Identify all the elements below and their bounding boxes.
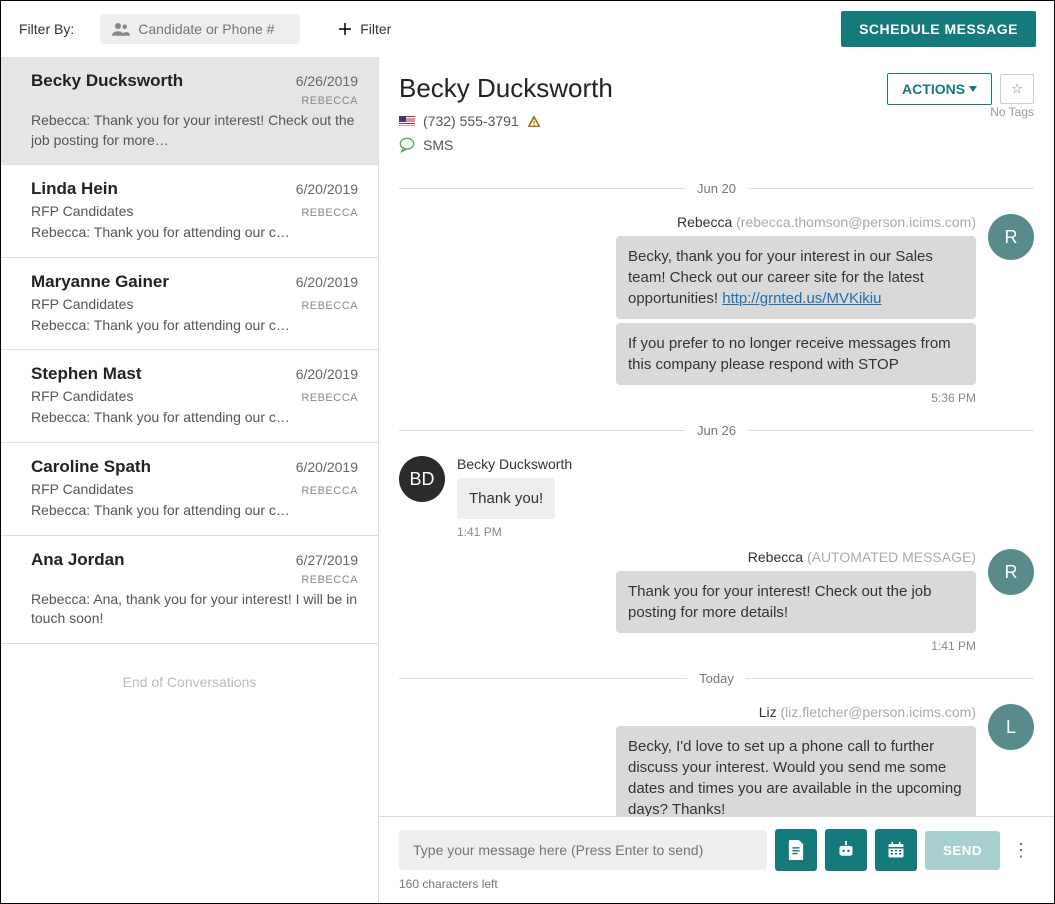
message-sender: Rebecca (rebecca.thomson@person.icims.co… [677, 214, 976, 230]
avatar: R [988, 214, 1034, 260]
message-sender: Becky Ducksworth [457, 456, 572, 472]
conversation-header: Becky Ducksworth ACTIONS ☆ [379, 57, 1054, 163]
message-timestamp: 1:41 PM [457, 525, 572, 539]
message-link[interactable]: http://grnted.us/MVKikiu [722, 290, 881, 307]
conv-preview: Rebecca: Thank you for your interest! Ch… [31, 111, 358, 150]
conv-owner: REBECCA [301, 207, 358, 219]
conversation-item[interactable]: Ana Jordan 6/27/2019 REBECCA Rebecca: Ana, … [1, 536, 378, 644]
avatar: R [988, 549, 1034, 595]
message-group: Rebecca (AUTOMATED MESSAGE) Thank you fo… [399, 549, 1034, 653]
sms-icon [399, 137, 415, 153]
search-box[interactable] [100, 14, 300, 44]
date-separator: Today [399, 671, 1034, 686]
conv-date: 6/26/2019 [296, 73, 358, 89]
conv-tag: RFP Candidates [31, 388, 133, 404]
date-separator: Jun 20 [399, 181, 1034, 196]
conv-tag: RFP Candidates [31, 481, 133, 497]
bot-button[interactable] [825, 829, 867, 871]
robot-icon [836, 841, 856, 859]
topbar: Filter By: Filter SCHEDULE MESSAGE [1, 1, 1054, 57]
message-input[interactable] [399, 830, 767, 870]
schedule-button[interactable] [875, 829, 917, 871]
more-vertical-icon: ⋮ [1012, 840, 1030, 860]
avatar: BD [399, 456, 445, 502]
conv-preview: Rebecca: Thank you for attending our c… [31, 223, 358, 243]
message-bubble: Thank you for your interest! Check out t… [616, 571, 976, 633]
message-bubble: Thank you! [457, 478, 555, 519]
people-icon [112, 22, 130, 36]
message-sender: Rebecca (AUTOMATED MESSAGE) [748, 549, 976, 565]
conv-date: 6/20/2019 [296, 366, 358, 382]
conv-preview: Rebecca: Thank you for attending our c… [31, 316, 358, 336]
warning-icon [527, 114, 541, 128]
message-bubble: If you prefer to no longer receive messa… [616, 323, 976, 385]
composer: SEND ⋮ 160 characters left [379, 816, 1054, 903]
conv-name: Linda Hein [31, 179, 118, 199]
conv-preview: Rebecca: Thank you for attending our c… [31, 501, 358, 521]
filter-button-label: Filter [360, 21, 391, 37]
conversation-item[interactable]: Maryanne Gainer 6/20/2019 RFP Candidates RE… [1, 258, 378, 351]
conv-preview: Rebecca: Thank you for attending our c… [31, 408, 358, 428]
message-group: Rebecca (rebecca.thomson@person.icims.co… [399, 214, 1034, 405]
channel-label: SMS [423, 137, 453, 153]
schedule-message-button[interactable]: SCHEDULE MESSAGE [841, 11, 1036, 47]
conversation-item[interactable]: Linda Hein 6/20/2019 RFP Candidates REBECCA… [1, 165, 378, 258]
date-separator: Jun 26 [399, 423, 1034, 438]
conv-date: 6/20/2019 [296, 274, 358, 290]
conv-tag: RFP Candidates [31, 203, 133, 219]
conv-owner: REBECCA [301, 574, 358, 586]
filter-button[interactable]: Filter [336, 20, 391, 38]
message-bubble: Becky, I'd love to set up a phone call t… [616, 726, 976, 816]
message-sender: Liz (liz.fletcher@person.icims.com) [759, 704, 976, 720]
conv-date: 6/27/2019 [296, 552, 358, 568]
send-button[interactable]: SEND [925, 831, 1000, 870]
actions-dropdown[interactable]: ACTIONS [887, 73, 992, 105]
no-tags-label: No Tags [990, 105, 1034, 119]
message-bubble: Becky, thank you for your interest in ou… [616, 236, 976, 319]
star-button[interactable]: ☆ [1000, 74, 1034, 104]
conversation-item[interactable]: Becky Ducksworth 6/26/2019 REBECCA Rebecca:… [1, 57, 378, 165]
actions-label: ACTIONS [902, 81, 965, 97]
plus-icon [336, 20, 354, 38]
conv-date: 6/20/2019 [296, 181, 358, 197]
conv-owner: REBECCA [301, 392, 358, 404]
phone-number: (732) 555-3791 [423, 113, 519, 129]
conv-name: Maryanne Gainer [31, 272, 169, 292]
document-icon [787, 840, 805, 860]
conv-tag: RFP Candidates [31, 296, 133, 312]
conversation-item[interactable]: Caroline Spath 6/20/2019 RFP Candidates REB… [1, 443, 378, 536]
characters-left: 160 characters left [399, 877, 1034, 891]
caret-down-icon [969, 86, 977, 92]
message-timestamp: 5:36 PM [931, 391, 976, 405]
end-of-conversations: End of Conversations [1, 644, 378, 720]
message-thread[interactable]: Jun 20 Rebecca (rebecca.thomson@person.i… [379, 163, 1054, 816]
template-button[interactable] [775, 829, 817, 871]
conv-owner: REBECCA [301, 300, 358, 312]
conv-name: Ana Jordan [31, 550, 125, 570]
filter-by-label: Filter By: [19, 21, 74, 37]
conv-name: Becky Ducksworth [31, 71, 183, 91]
conversation-list[interactable]: Becky Ducksworth 6/26/2019 REBECCA Rebecca:… [1, 57, 379, 903]
message-group: Liz (liz.fletcher@person.icims.com) Beck… [399, 704, 1034, 816]
conv-date: 6/20/2019 [296, 459, 358, 475]
star-icon: ☆ [1011, 81, 1023, 96]
message-group: BD Becky Ducksworth Thank you! 1:41 PM [399, 456, 1034, 539]
conv-preview: Rebecca: Ana, thank you for your interes… [31, 590, 358, 629]
us-flag-icon [399, 116, 415, 127]
calendar-icon [887, 841, 905, 859]
message-timestamp: 1:41 PM [931, 639, 976, 653]
conv-name: Stephen Mast [31, 364, 142, 384]
more-button[interactable]: ⋮ [1008, 840, 1034, 861]
search-input[interactable] [138, 21, 288, 37]
conv-owner: REBECCA [301, 485, 358, 497]
conv-owner: REBECCA [301, 95, 358, 107]
avatar: L [988, 704, 1034, 750]
conversation-item[interactable]: Stephen Mast 6/20/2019 RFP Candidates REBEC… [1, 350, 378, 443]
conv-name: Caroline Spath [31, 457, 151, 477]
contact-name: Becky Ducksworth [399, 73, 613, 104]
